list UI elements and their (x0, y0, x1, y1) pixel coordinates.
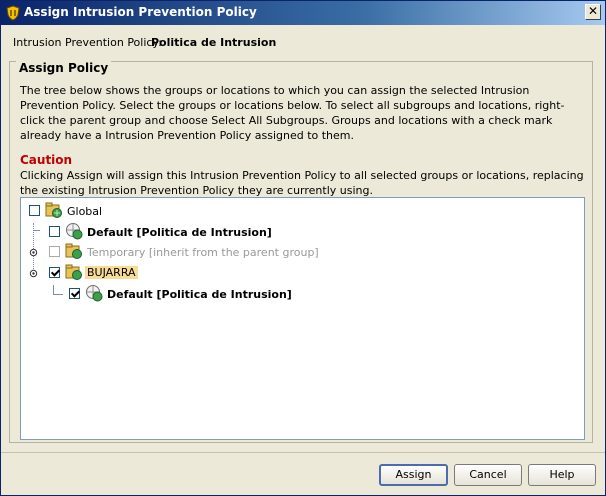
caution-text: Clicking Assign will assign this Intrusi… (20, 169, 584, 197)
policy-label: Intrusion Prevention Policy: (13, 36, 162, 49)
tree-node-label: Default [Politica de Intrusion] (87, 226, 272, 239)
location-icon (86, 285, 103, 302)
window-title: Assign Intrusion Prevention Policy (24, 5, 257, 19)
assign-policy-legend: Assign Policy (16, 61, 112, 75)
expand-icon[interactable] (29, 269, 38, 278)
title-bar[interactable]: Assign Intrusion Prevention Policy ✕ (1, 1, 605, 25)
close-button[interactable]: ✕ (585, 4, 601, 20)
expand-icon[interactable] (29, 248, 38, 257)
tree-node-checkbox[interactable] (29, 205, 40, 216)
tree-node-global[interactable]: Global (27, 202, 147, 222)
close-icon: ✕ (587, 4, 599, 18)
help-button[interactable]: Help (528, 464, 596, 486)
tree-node-default-location[interactable]: Default [Politica de Intrusion] (47, 223, 272, 243)
group-icon (65, 243, 82, 259)
cancel-button[interactable]: Cancel (454, 464, 522, 486)
caution-title: Caution (20, 153, 73, 167)
tree-node-temporary[interactable]: Temporary [inherit from the parent group… (27, 243, 327, 263)
tree-connector (53, 294, 63, 295)
policy-name: Politica de Intrusion (151, 36, 277, 49)
tree-node-label: Temporary [inherit from the parent group… (87, 246, 319, 259)
shield-icon (6, 5, 20, 21)
assign-description: The tree below shows the groups or locat… (20, 84, 565, 142)
policy-row: Intrusion Prevention Policy: Politica de… (13, 36, 276, 49)
group-icon (45, 202, 62, 218)
tree-connector (33, 230, 40, 231)
tree-node-label: Global (67, 205, 103, 218)
button-separator (1, 452, 605, 453)
location-icon (66, 223, 83, 240)
tree-node-bujarra[interactable]: BUJARRA (27, 264, 167, 284)
dialog-window: Assign Intrusion Prevention Policy ✕ Int… (0, 0, 606, 496)
tree-node-checkbox[interactable] (49, 226, 60, 237)
group-icon (65, 264, 82, 280)
group-tree[interactable]: Global Default [Politica de Intrusion] T… (20, 197, 585, 440)
tree-node-checkbox[interactable] (49, 267, 60, 278)
tree-node-checkbox[interactable] (49, 246, 60, 257)
tree-node-bujarra-default[interactable]: Default [Politica de Intrusion] (67, 285, 307, 305)
tree-node-label: Default [Politica de Intrusion] (107, 288, 292, 301)
assign-button[interactable]: Assign (379, 464, 448, 486)
tree-node-checkbox[interactable] (69, 288, 80, 299)
tree-node-label: BUJARRA (85, 266, 138, 279)
